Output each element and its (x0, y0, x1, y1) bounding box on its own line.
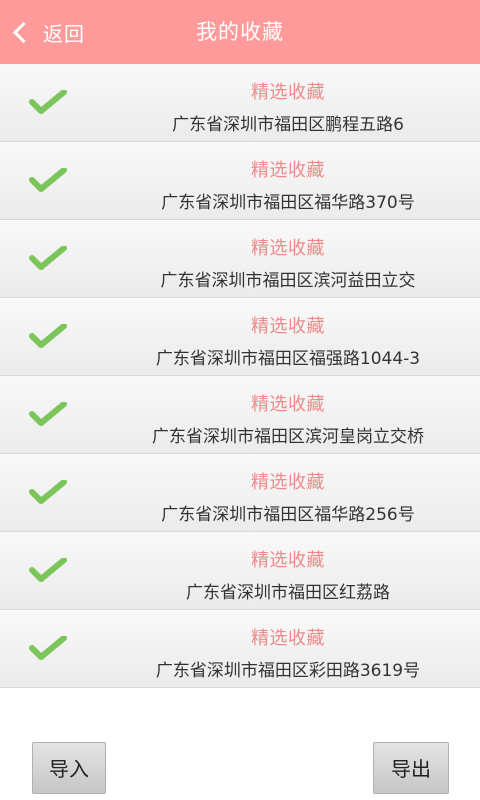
check-icon (28, 402, 68, 426)
item-title: 精选收藏 (251, 160, 325, 181)
item-address: 广东省深圳市福田区福华路370号 (161, 193, 415, 213)
list-item[interactable]: 精选收藏 广东省深圳市福田区滨河皇岗立交桥 (0, 376, 480, 454)
check-icon (28, 168, 68, 192)
list-item[interactable]: 精选收藏 广东省深圳市福田区红荔路 (0, 532, 480, 610)
list-item[interactable]: 精选收藏 广东省深圳市福田区鹏程五路6 (0, 64, 480, 142)
check-icon (28, 480, 68, 504)
item-title: 精选收藏 (251, 316, 325, 337)
list-item[interactable]: 精选收藏 广东省深圳市福田区彩田路3619号 (0, 610, 480, 688)
list-item[interactable]: 精选收藏 广东省深圳市福田区福强路1044-3 (0, 298, 480, 376)
item-title: 精选收藏 (251, 550, 325, 571)
check-icon (28, 636, 68, 660)
list-item[interactable]: 精选收藏 广东省深圳市福田区福华路370号 (0, 142, 480, 220)
page-title: 我的收藏 (196, 20, 284, 44)
item-address: 广东省深圳市福田区彩田路3619号 (155, 661, 421, 681)
item-address: 广东省深圳市福田区滨河皇岗立交桥 (152, 427, 424, 447)
check-icon (28, 558, 68, 582)
item-address: 广东省深圳市福田区红荔路 (186, 583, 390, 603)
item-address: 广东省深圳市福田区滨河益田立交 (160, 271, 416, 291)
check-icon (28, 324, 68, 348)
check-icon (28, 246, 68, 270)
item-title: 精选收藏 (251, 238, 325, 259)
item-title: 精选收藏 (251, 394, 325, 415)
item-title: 精选收藏 (251, 628, 325, 649)
list-item[interactable]: 精选收藏 广东省深圳市福田区滨河益田立交 (0, 220, 480, 298)
item-title: 精选收藏 (251, 82, 325, 103)
list-item[interactable]: 精选收藏 广东省深圳市福田区福华路256号 (0, 454, 480, 532)
item-address: 广东省深圳市福田区福强路1044-3 (155, 349, 421, 369)
favorites-list: 精选收藏 广东省深圳市福田区鹏程五路6 精选收藏 广东省深圳市福田区福华路370… (0, 64, 480, 688)
check-icon (28, 90, 68, 114)
header-bar: 返回 我的收藏 (0, 0, 480, 64)
import-button[interactable]: 导入 (32, 742, 106, 794)
item-address: 广东省深圳市福田区福华路256号 (161, 505, 415, 525)
item-title: 精选收藏 (251, 472, 325, 493)
item-address: 广东省深圳市福田区鹏程五路6 (172, 115, 404, 135)
export-button[interactable]: 导出 (373, 742, 449, 794)
